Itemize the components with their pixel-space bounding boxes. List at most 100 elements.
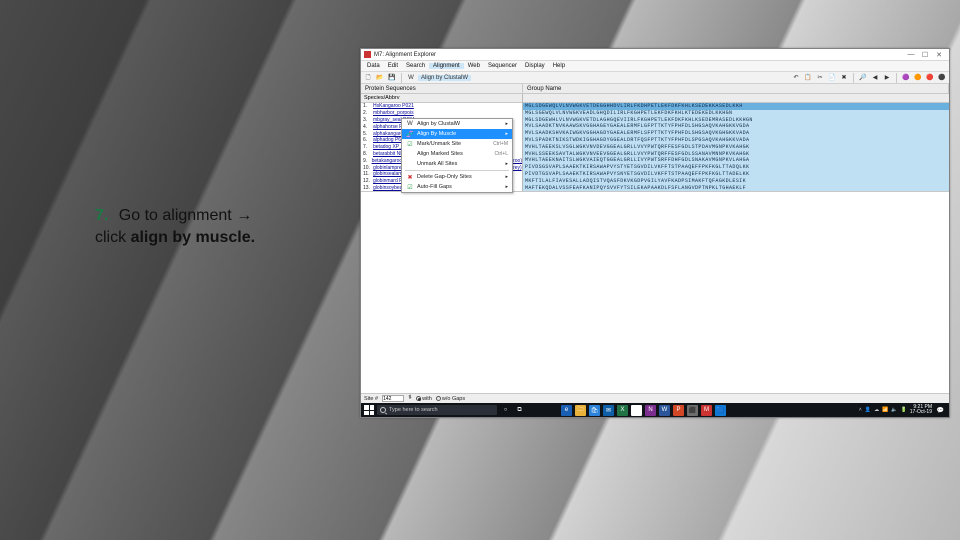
- residue2-icon[interactable]: 🟠: [913, 73, 923, 83]
- submenu-arrow-icon: ▸: [505, 161, 508, 167]
- close-button[interactable]: ✕: [932, 50, 946, 60]
- sequence-row[interactable]: MVLSPADKTNIKSTWDKIGGHAGDYGGEALDRTFQSFPTT…: [523, 137, 949, 144]
- titlebar: M7: Alignment Explorer — ☐ ✕: [361, 49, 949, 61]
- system-tray[interactable]: ˄ 👤 ☁ 📶 🔈 🔋: [859, 407, 907, 413]
- find-icon[interactable]: 🔎: [858, 73, 868, 83]
- app2-icon[interactable]: 🟦: [715, 405, 726, 416]
- powerpoint-icon[interactable]: P: [673, 405, 684, 416]
- word-icon[interactable]: W: [659, 405, 670, 416]
- menu-item[interactable]: ☑Auto-Fill Gaps▸: [402, 182, 512, 192]
- tray-cloud-icon[interactable]: ☁: [874, 407, 879, 413]
- menu-item-label: Align Marked Sites: [417, 151, 463, 157]
- menu-alignment[interactable]: Alignment: [429, 63, 464, 69]
- sequence-row[interactable]: MGLSGEWQLVLNVWGKVEADLGHQDILIRLFKGHPETLEK…: [523, 110, 949, 117]
- clustalw-icon[interactable]: W: [406, 73, 416, 83]
- menu-display[interactable]: Display: [521, 63, 549, 69]
- menu-edit[interactable]: Edit: [384, 63, 402, 69]
- app-icon: [364, 51, 371, 58]
- panel-header: Protein Sequences Group Name: [361, 84, 949, 94]
- instruction-text: 7. Go to alignment → click align by musc…: [95, 205, 335, 248]
- sequence-row[interactable]: MVHLSSEEKSAVTALWGKVNVEEVGGEALGRLLVVYPWTQ…: [523, 151, 949, 158]
- sequence-row[interactable]: MKFTILALFIAVESALLADQISTVQASFDKVKGDPVGILY…: [523, 178, 949, 185]
- menu-item[interactable]: 🧬Align By Muscle▸: [402, 129, 512, 139]
- with-gaps-radio[interactable]: with: [416, 396, 432, 402]
- submenu-arrow-icon: ▸: [505, 131, 508, 137]
- cortana-icon[interactable]: ○: [500, 405, 511, 416]
- chrome-icon[interactable]: ◎: [631, 405, 642, 416]
- menu-item[interactable]: Unmark All Sites ▸: [402, 159, 512, 169]
- edge-icon[interactable]: e: [561, 405, 572, 416]
- menu-item-shortcut: Ctrl+L: [495, 151, 508, 157]
- excel-icon[interactable]: X: [617, 405, 628, 416]
- taskbar-search[interactable]: Type here to search: [377, 405, 497, 415]
- sequence-row[interactable]: MGLSDGEWHLVLNVWGKVETDLAGHGQEVIIRLFKGHPET…: [523, 117, 949, 124]
- notifications-icon[interactable]: 💬: [935, 405, 946, 416]
- menu-item-icon: [406, 150, 414, 158]
- residue1-icon[interactable]: 🟣: [901, 73, 911, 83]
- tray-people-icon[interactable]: 👤: [865, 407, 871, 413]
- tray-wifi-icon[interactable]: 📶: [882, 407, 888, 413]
- menu-item[interactable]: WAlign by ClustalW▸: [402, 119, 512, 129]
- align-clustalw-label[interactable]: Align by ClustalW: [418, 75, 471, 81]
- submenu-arrow-icon: ▸: [505, 121, 508, 127]
- menu-item[interactable]: Align Marked Sites Ctrl+L: [402, 149, 512, 159]
- step-line1: Go to alignment →: [119, 207, 252, 224]
- names-header: Species/Abbrv: [361, 94, 522, 103]
- toolbar-sep3: [896, 73, 897, 83]
- menu-help[interactable]: Help: [549, 63, 569, 69]
- residue4-icon[interactable]: ⚫: [937, 73, 947, 83]
- sequence-row[interactable]: PIVDSGSVAPLSAAEKTKIRSAWAPVYSTYETSGVDILVK…: [523, 164, 949, 171]
- sequence-row[interactable]: MGLSDGEWQLVLNVWGKVETDEGGHHDVLIRLFKDHPETL…: [523, 103, 949, 110]
- sequence-row[interactable]: MVLSAADKSHVKAIWGKVGGHAGDYGAEALERMFLSFPTT…: [523, 130, 949, 137]
- next-icon[interactable]: ▶: [882, 73, 892, 83]
- onenote-icon[interactable]: N: [645, 405, 656, 416]
- explorer-icon[interactable]: 🗀: [575, 405, 586, 416]
- menu-data[interactable]: Data: [363, 63, 384, 69]
- tray-chevron-icon[interactable]: ˄: [859, 407, 862, 413]
- sequence-row[interactable]: MVHLTAEEKSLVSGLWGKVNVDEVGGEALGRLLVVYPWTQ…: [523, 144, 949, 151]
- undo-icon[interactable]: ↶: [791, 73, 801, 83]
- open-icon[interactable]: 📂: [375, 73, 385, 83]
- sequence-row[interactable]: MAFTEKQDALVSSFEAFKANIPQYSVVFYTSILEKAPAAK…: [523, 185, 949, 191]
- taskbar-clock[interactable]: 9:21 PM 17-Oct-19: [910, 405, 932, 415]
- sequence-row[interactable]: MVHLTAEEKNAITSLWGKVAIEQTGGEALGRLLIVYPWTS…: [523, 157, 949, 164]
- sequence-row[interactable]: MVLSAADKTNVKAAWSKVGGHAGEYGAEALERMFLGFPTT…: [523, 123, 949, 130]
- sequence-column[interactable]: MGLSDGEWQLVLNVWGKVETDEGGHHDVLIRLFKDHPETL…: [523, 94, 949, 191]
- residue3-icon[interactable]: 🔴: [925, 73, 935, 83]
- without-gaps-radio[interactable]: w/o Gaps: [436, 396, 465, 402]
- alignment-grid: Species/Abbrv 1.HsKangaroo P0212.mbharbo…: [361, 94, 949, 192]
- app1-icon[interactable]: ⬛: [687, 405, 698, 416]
- toolbar: 🗋 📂 💾 W Align by ClustalW ↶ 📋 ✂ 📄 ✖ 🔎 ◀ …: [361, 72, 949, 84]
- mail-icon[interactable]: ✉: [603, 405, 614, 416]
- new-icon[interactable]: 🗋: [363, 73, 373, 83]
- cut-icon[interactable]: ✂: [815, 73, 825, 83]
- tray-battery-icon[interactable]: 🔋: [901, 407, 907, 413]
- search-icon: [380, 407, 386, 413]
- start-button[interactable]: [364, 405, 374, 415]
- taskview-icon[interactable]: ⧉: [514, 405, 525, 416]
- mega-icon[interactable]: M: [701, 405, 712, 416]
- menu-item[interactable]: ✖Delete Gap-Only Sites▸: [402, 172, 512, 182]
- menu-web[interactable]: Web: [464, 63, 484, 69]
- panel-left-label: Protein Sequences: [361, 84, 523, 93]
- prev-icon[interactable]: ◀: [870, 73, 880, 83]
- sequence-row[interactable]: PIVDTGSVAPLSAAEKTKIRSAWAPVYSNYETSGVDILVK…: [523, 171, 949, 178]
- site-number-input[interactable]: [382, 395, 404, 402]
- menu-item-label: Unmark All Sites: [417, 161, 457, 167]
- step-line2-prefix: click: [95, 229, 131, 246]
- tray-volume-icon[interactable]: 🔈: [891, 407, 897, 413]
- menu-item[interactable]: ☑Mark/Unmark SiteCtrl+M: [402, 139, 512, 149]
- store-icon[interactable]: 🛍: [589, 405, 600, 416]
- menu-search[interactable]: Search: [402, 63, 429, 69]
- menu-sequencer[interactable]: Sequencer: [484, 63, 521, 69]
- copy-icon[interactable]: 📋: [803, 73, 813, 83]
- maximize-button[interactable]: ☐: [918, 50, 932, 60]
- paste-icon[interactable]: 📄: [827, 73, 837, 83]
- sequence-name-row[interactable]: 1.HsKangaroo P021: [361, 103, 522, 110]
- delete-icon[interactable]: ✖: [839, 73, 849, 83]
- site-stepper-icon[interactable]: ⥮: [408, 395, 412, 402]
- save-icon[interactable]: 💾: [387, 73, 397, 83]
- minimize-button[interactable]: —: [904, 50, 918, 60]
- menu-bar: Data Edit Search Alignment Web Sequencer…: [361, 61, 949, 72]
- sequence-name-row[interactable]: 2.mbharbor_porpois: [361, 110, 522, 117]
